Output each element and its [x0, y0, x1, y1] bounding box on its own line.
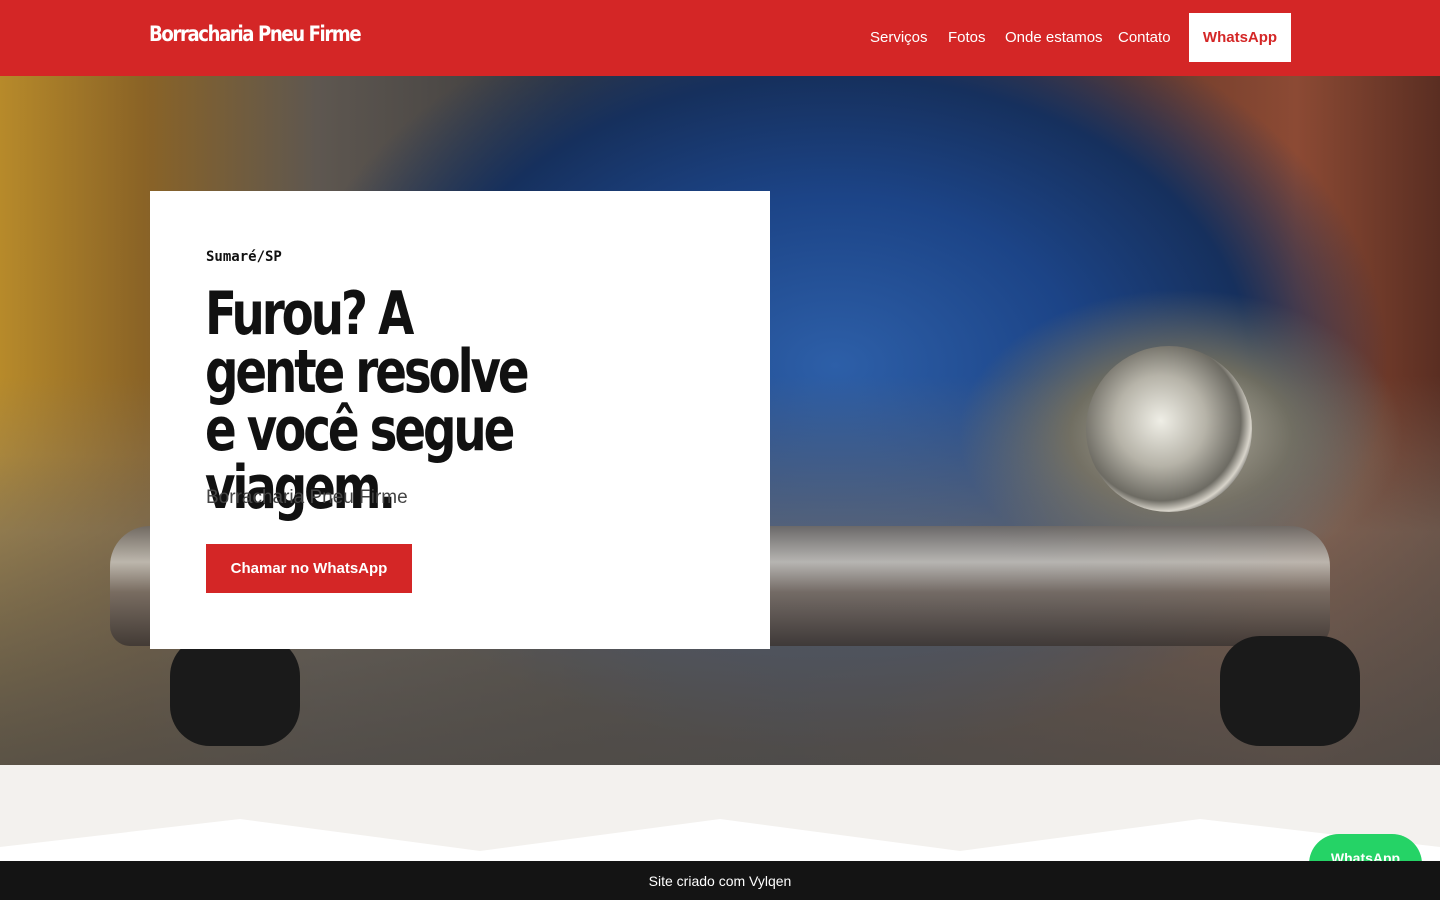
- services-section: [0, 765, 1440, 861]
- nav-item-servicos[interactable]: Serviços: [870, 29, 928, 46]
- hero-headline: Furou? A gente resolve e você segue viag…: [205, 279, 530, 523]
- zigzag-divider: [0, 819, 1440, 861]
- hero-car-wheel: [170, 636, 300, 746]
- footer-credit[interactable]: Site criado com Vylqen: [649, 873, 792, 889]
- hero-subtitle: Borracharia Pneu Firme: [206, 487, 408, 508]
- header-whatsapp-button[interactable]: WhatsApp: [1189, 13, 1291, 62]
- hero-car-wheel: [1220, 636, 1360, 746]
- nav-item-contato[interactable]: Contato: [1118, 29, 1171, 46]
- hero-car-headlight: [1086, 346, 1252, 512]
- site-header: Borracharia Pneu Firme Serviços Fotos On…: [0, 0, 1440, 76]
- whatsapp-cta-button[interactable]: Chamar no WhatsApp: [206, 544, 412, 593]
- location-label: Sumaré/SP: [206, 249, 282, 265]
- site-logo[interactable]: Borracharia Pneu Firme: [149, 22, 362, 46]
- nav-item-fotos[interactable]: Fotos: [948, 29, 986, 46]
- hero-card: Sumaré/SP Furou? A gente resolve e você …: [150, 191, 770, 649]
- nav-item-onde-estamos[interactable]: Onde estamos: [1005, 29, 1103, 46]
- site-footer: Site criado com Vylqen: [0, 861, 1440, 900]
